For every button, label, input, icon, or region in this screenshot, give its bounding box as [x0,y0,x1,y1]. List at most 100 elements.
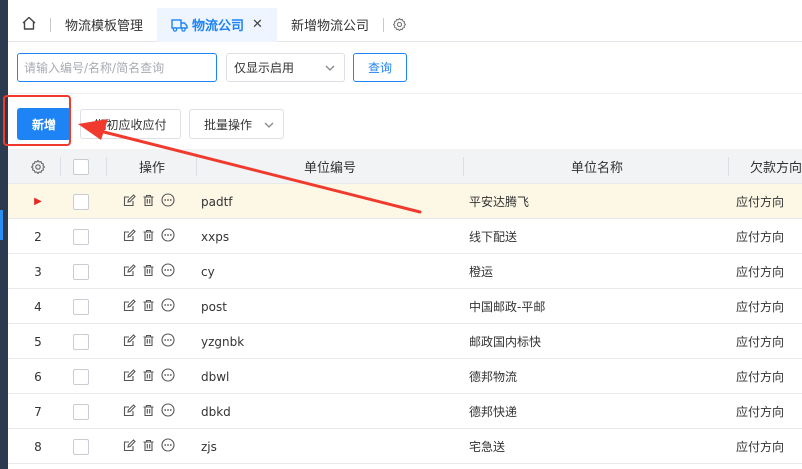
edit-icon[interactable] [123,438,136,455]
row-checkbox[interactable] [73,333,89,350]
header-direction[interactable]: 欠款方向 [750,149,802,184]
row-checkbox-cell [73,394,89,429]
header-code[interactable]: 单位编号 [304,149,356,184]
gear-icon[interactable] [18,149,58,184]
column-divider [196,157,197,176]
tab-bar: 物流模板管理 物流公司 ✕ 新增物流公司 [8,7,802,42]
status-filter-value: 仅显示启用 [234,61,295,75]
highlight-box [3,95,71,146]
tab-add-logistics-company[interactable]: 新增物流公司 [277,8,383,42]
gear-icon[interactable] [392,17,407,32]
search-bar: 仅显示启用 查询 [8,42,802,94]
row-index: 5 [34,334,42,349]
tab-logistics-template[interactable]: 物流模板管理 [51,8,157,42]
column-divider [463,157,464,176]
close-icon[interactable]: ✕ [252,17,263,32]
delete-icon[interactable] [142,369,155,385]
debt-direction: 应付方向 [736,265,785,279]
chevron-down-icon [324,62,336,77]
delete-icon[interactable] [142,264,155,280]
tab-separator [382,17,384,32]
unit-name: 橙运 [469,265,494,279]
table-row[interactable]: 7 dbkd 德邦快递 应付方向 [8,394,802,429]
unit-code: padtf [201,194,233,209]
delete-icon[interactable] [142,404,155,420]
row-checkbox[interactable] [73,298,89,315]
row-checkbox[interactable] [73,368,89,385]
unit-name: 德邦物流 [469,370,518,384]
row-checkbox[interactable] [73,438,89,455]
tab-label: 物流公司 [192,19,245,34]
unit-name: 平安达腾飞 [469,195,530,209]
tab-label: 物流模板管理 [65,19,144,34]
row-checkbox-cell [73,219,89,254]
more-icon[interactable] [161,263,175,280]
tab-logistics-company[interactable]: 物流公司 ✕ [157,7,277,42]
edit-icon[interactable] [123,193,136,210]
table-body: ▶ padtf 平安达腾飞 应付方向 2 xxps 线下配送 应付方向 3 cy… [8,184,802,464]
debt-direction: 应付方向 [736,440,785,454]
unit-code: zjs [201,439,217,454]
initial-receivable-payable-button[interactable]: 期初应收应付 [80,109,181,139]
truck-icon [171,18,188,32]
delete-icon[interactable] [142,194,155,210]
column-divider [106,157,107,176]
batch-operation-dropdown[interactable]: 批量操作 [189,109,284,139]
edit-icon[interactable] [123,368,136,385]
logistics-company-table: 操作 单位编号 单位名称 欠款方向 ▶ padtf 平安达腾飞 应付方向 2 x… [8,149,802,464]
more-icon[interactable] [161,403,175,420]
query-button[interactable]: 查询 [353,53,407,82]
edit-icon[interactable] [123,333,136,350]
more-icon[interactable] [161,368,175,385]
row-actions [123,289,175,324]
table-row[interactable]: ▶ padtf 平安达腾飞 应付方向 [8,184,802,219]
home-tab[interactable] [8,8,50,42]
more-icon[interactable] [161,193,175,210]
row-checkbox[interactable] [73,263,89,280]
delete-icon[interactable] [142,439,155,455]
select-all-checkbox[interactable] [73,149,89,184]
more-icon[interactable] [161,228,175,245]
row-checkbox[interactable] [73,228,89,245]
table-row[interactable]: 3 cy 橙运 应付方向 [8,254,802,289]
unit-name: 邮政国内标快 [469,335,542,349]
row-checkbox-cell [73,289,89,324]
more-icon[interactable] [161,333,175,350]
header-name[interactable]: 单位名称 [571,149,623,184]
current-row-indicator-icon: ▶ [34,196,42,207]
table-row[interactable]: 8 zjs 宅急送 应付方向 [8,429,802,464]
row-index: 2 [34,229,42,244]
column-divider [60,157,61,176]
table-row[interactable]: 2 xxps 线下配送 应付方向 [8,219,802,254]
unit-name: 德邦快递 [469,405,518,419]
row-checkbox-cell [73,254,89,289]
table-row[interactable]: 5 yzgnbk 邮政国内标快 应付方向 [8,324,802,359]
table-row[interactable]: 4 post 中国邮政-平邮 应付方向 [8,289,802,324]
delete-icon[interactable] [142,229,155,245]
batch-operation-label: 批量操作 [204,117,253,132]
debt-direction: 应付方向 [736,335,785,349]
edit-icon[interactable] [123,298,136,315]
row-index: 6 [34,369,42,384]
row-index: 7 [34,404,42,419]
delete-icon[interactable] [142,334,155,350]
debt-direction: 应付方向 [736,405,785,419]
search-input[interactable] [17,53,217,82]
checkbox[interactable] [73,158,89,175]
more-icon[interactable] [161,438,175,455]
row-actions [123,359,175,394]
unit-name: 中国邮政-平邮 [469,300,546,314]
table-row[interactable]: 6 dbwl 德邦物流 应付方向 [8,359,802,394]
status-filter-select[interactable]: 仅显示启用 [226,53,345,82]
edit-icon[interactable] [123,228,136,245]
edit-icon[interactable] [123,403,136,420]
row-checkbox[interactable] [73,193,89,210]
unit-name: 线下配送 [469,230,518,244]
tab-label: 新增物流公司 [290,19,369,34]
row-checkbox[interactable] [73,403,89,420]
row-actions [123,324,175,359]
more-icon[interactable] [161,298,175,315]
edit-icon[interactable] [123,263,136,280]
row-actions [123,254,175,289]
delete-icon[interactable] [142,299,155,315]
